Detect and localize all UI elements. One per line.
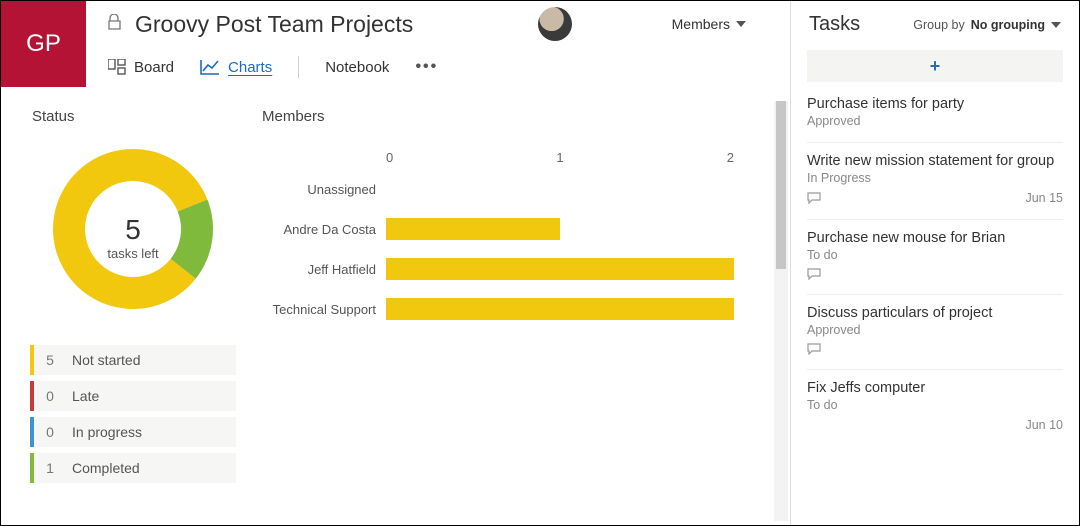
main-scrollbar[interactable] <box>774 101 788 521</box>
status-legend: 5Not started0Late0In progress1Completed <box>26 345 240 483</box>
charts-icon <box>200 59 220 75</box>
member-name: Technical Support <box>266 302 386 317</box>
tab-charts-label: Charts <box>228 59 272 76</box>
chevron-down-icon <box>1051 22 1061 28</box>
task-status: Approved <box>807 114 1063 128</box>
task-item[interactable]: Write new mission statement for group In … <box>807 142 1063 205</box>
members-dropdown-label: Members <box>672 16 730 32</box>
member-name: Andre Da Costa <box>266 222 386 237</box>
tab-board[interactable]: Board <box>108 59 174 76</box>
task-date: Jun 15 <box>1025 191 1063 205</box>
legend-row: 5Not started <box>30 345 236 375</box>
tasks-panel-title: Tasks <box>809 13 860 36</box>
task-item[interactable]: Fix Jeffs computer To do Jun 10 <box>807 369 1063 432</box>
member-bar <box>386 218 560 240</box>
tab-charts[interactable]: Charts <box>200 59 272 76</box>
legend-count: 0 <box>34 424 66 440</box>
task-title: Discuss particulars of project <box>807 305 1063 321</box>
member-bar <box>386 298 734 320</box>
members-dropdown[interactable]: Members <box>672 16 746 32</box>
add-task-button[interactable]: + <box>807 50 1063 82</box>
legend-label: Not started <box>66 352 140 368</box>
tab-board-label: Board <box>134 59 174 76</box>
donut-center-value: 5 <box>107 214 158 246</box>
group-by-label: Group by <box>913 18 964 32</box>
task-item[interactable]: Discuss particulars of project Approved <box>807 294 1063 355</box>
comment-icon <box>807 343 821 355</box>
member-bar-row: Andre Da Costa <box>266 209 734 249</box>
task-date: Jun 10 <box>1025 418 1063 432</box>
member-name: Unassigned <box>266 182 386 197</box>
task-item[interactable]: Purchase new mouse for Brian To do <box>807 219 1063 280</box>
privacy-icon <box>108 14 121 35</box>
chevron-down-icon <box>736 21 746 27</box>
legend-count: 0 <box>34 388 66 404</box>
member-bar-row: Technical Support <box>266 289 734 329</box>
legend-row: 1Completed <box>30 453 236 483</box>
member-bar-row: Unassigned <box>266 169 734 209</box>
task-title: Purchase items for party <box>807 96 1063 112</box>
task-title: Fix Jeffs computer <box>807 380 1063 396</box>
view-tabs: Board Charts Notebook ••• <box>86 47 790 87</box>
task-status: In Progress <box>807 171 1063 185</box>
comment-icon <box>807 419 821 431</box>
axis-tick: 2 <box>727 150 734 165</box>
member-bar-row: Jeff Hatfield <box>266 249 734 289</box>
members-card-title: Members <box>256 102 754 143</box>
member-bar <box>386 258 734 280</box>
status-card: Status 5 tasks left 5Not started0Late0In… <box>25 101 241 515</box>
tab-notebook[interactable]: Notebook <box>325 59 389 76</box>
donut-center-label: tasks left <box>107 246 158 261</box>
legend-label: In progress <box>66 424 142 440</box>
member-name: Jeff Hatfield <box>266 262 386 277</box>
task-item[interactable]: Purchase items for party Approved <box>807 92 1063 128</box>
legend-count: 5 <box>34 352 66 368</box>
comment-icon <box>807 192 821 204</box>
axis-tick: 1 <box>556 150 563 165</box>
tab-notebook-label: Notebook <box>325 59 389 76</box>
task-status: To do <box>807 248 1063 262</box>
status-donut: 5 tasks left <box>26 143 240 345</box>
task-title: Write new mission statement for group <box>807 153 1063 169</box>
legend-label: Late <box>66 388 99 404</box>
page-title: Groovy Post Team Projects <box>135 11 413 38</box>
members-card: Members 0 1 2 Unassigned Andre Da Costa Jeff … <box>255 101 755 356</box>
org-logo: GP <box>1 1 86 87</box>
tasks-panel: Tasks Group by No grouping + Purchase it… <box>791 1 1079 525</box>
axis-tick: 0 <box>386 150 393 165</box>
task-list: Purchase items for party Approved Write ne… <box>791 92 1079 525</box>
tab-separator <box>298 56 299 78</box>
task-title: Purchase new mouse for Brian <box>807 230 1063 246</box>
group-by-dropdown[interactable]: Group by No grouping <box>913 18 1061 32</box>
group-by-value: No grouping <box>971 18 1045 32</box>
status-card-title: Status <box>26 102 240 143</box>
legend-row: 0In progress <box>30 417 236 447</box>
task-status: To do <box>807 398 1063 412</box>
more-menu[interactable]: ••• <box>415 58 438 76</box>
board-icon <box>108 59 126 75</box>
avatar[interactable] <box>538 7 572 41</box>
task-status: Approved <box>807 323 1063 337</box>
members-bar-chart: 0 1 2 Unassigned Andre Da Costa Jeff Hatfield… <box>256 143 754 339</box>
legend-label: Completed <box>66 460 140 476</box>
legend-count: 1 <box>34 460 66 476</box>
comment-icon <box>807 268 821 280</box>
legend-row: 0Late <box>30 381 236 411</box>
